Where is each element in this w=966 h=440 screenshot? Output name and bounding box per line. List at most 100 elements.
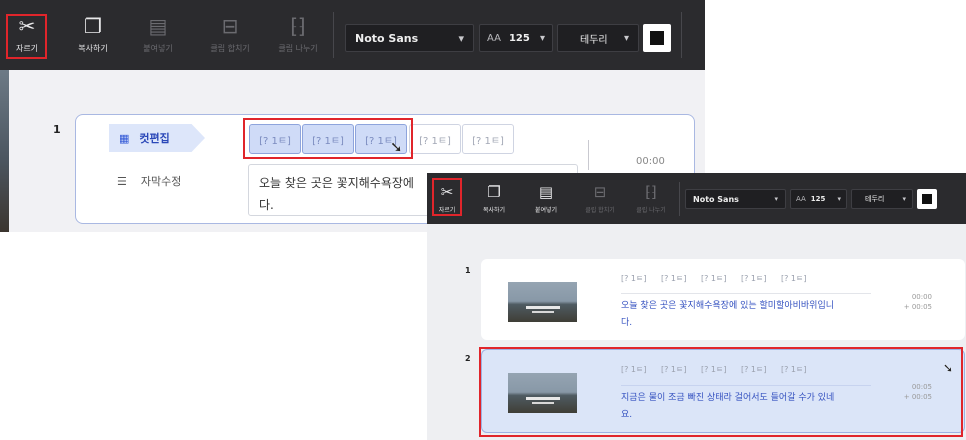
subtitle-icon: ☰ — [117, 174, 127, 188]
clapper-icon: ▦ — [119, 131, 130, 145]
font-value: Noto Sans — [355, 31, 419, 45]
chevron-down-icon: ▾ — [902, 195, 906, 203]
clip-chip[interactable]: [? 1ㅌ] — [741, 273, 781, 284]
segment-subtitle[interactable]: 지금은 물이 조금 빠진 상태라 걸어서도 들어갈 수가 있네 요. — [621, 385, 871, 424]
chevron-down-icon: ▾ — [458, 31, 464, 45]
clip-chip-row: [? 1ㅌ] [? 1ㅌ] [? 1ㅌ] [? 1ㅌ] [? 1ㅌ] — [621, 273, 821, 284]
toolbar: ✂ 자르기 ❐ 복사하기 ▤ 붙여넣기 ⊟ 클립 합치기 ⁅⁆ 클립 나누기 N… — [0, 0, 705, 70]
clip-chip[interactable]: [? 1ㅌ] — [621, 273, 661, 284]
copy-button[interactable]: ❐ 복사하기 — [73, 8, 113, 60]
segment-start-time: 00:05 — [911, 383, 932, 391]
outline-select[interactable]: 테두리 ▾ — [851, 189, 913, 209]
toolbar-divider — [681, 12, 682, 58]
paste-button[interactable]: ▤ 붙여넣기 — [528, 179, 564, 219]
font-size-select[interactable]: AA 125 ▾ — [479, 24, 553, 52]
paste-icon: ▤ — [148, 13, 168, 38]
outline-value: 테두리 — [580, 34, 608, 46]
merge-icon: ⊟ — [593, 183, 607, 201]
chevron-down-icon: ▾ — [774, 195, 778, 203]
scissors-icon: ✂ — [440, 183, 454, 201]
cursor-icon: ➘ — [390, 138, 403, 156]
clip-chip[interactable]: [? 1ㅌ] — [661, 273, 701, 284]
split-label: 클립 나누기 — [636, 207, 666, 214]
segment-thumbnail — [508, 282, 577, 322]
cut-button[interactable]: ✂ 자르기 — [429, 179, 465, 219]
font-size-select[interactable]: AA 125 ▾ — [790, 189, 847, 209]
chevron-down-icon: ▾ — [539, 32, 545, 44]
cut-label: 자르기 — [15, 43, 39, 53]
font-select[interactable]: Noto Sans ▾ — [685, 189, 786, 209]
tab-subtitle-edit[interactable]: ☰ 자막수정 — [117, 173, 181, 189]
copy-label: 복사하기 — [78, 43, 108, 53]
clip-chip[interactable]: [? 1ㅌ] — [302, 124, 354, 154]
copy-icon: ❐ — [487, 183, 501, 201]
merge-clip-button[interactable]: ⊟ 클립 합치기 — [210, 8, 250, 60]
clip-chip[interactable]: [? 1ㅌ] — [249, 124, 301, 154]
subtitle-line: 요. — [621, 410, 633, 420]
merge-label: 클립 합치기 — [585, 207, 615, 214]
segment-subtitle[interactable]: 오늘 찾은 곳은 꽃지해수욕장에 있는 할미할아비바위입니 다. — [621, 293, 871, 332]
font-value: Noto Sans — [693, 194, 739, 204]
clip-chip[interactable]: [? 1ㅌ] — [741, 364, 781, 375]
subtitle-line: 오늘 찾은 곳은 꽃지해수욕장에 있는 할미할아비바위입니 — [621, 301, 835, 311]
chevron-down-icon: ▾ — [623, 32, 629, 44]
cut-button[interactable]: ✂ 자르기 — [7, 8, 47, 60]
cursor-icon: ➘ — [943, 361, 954, 375]
split-clip-button[interactable]: ⁅⁆ 클립 나누기 — [278, 8, 318, 60]
tab-cut-edit-label: 컷편집 — [139, 132, 170, 145]
preview-image-edge — [0, 70, 9, 232]
segment-number: 1 — [53, 123, 61, 136]
segment-thumbnail — [508, 373, 577, 413]
toolbar: ✂ 자르기 ❐ 복사하기 ▤ 붙여넣기 ⊟ 클립 합치기 ⁅⁆ 클립 나누기 N… — [427, 173, 966, 224]
clip-chip[interactable]: [? 1ㅌ] — [409, 124, 461, 154]
outline-value: 테두리 — [865, 195, 885, 203]
segment-duration: + 00:05 — [903, 393, 932, 401]
split-label: 클립 나누기 — [278, 43, 318, 53]
clip-chip[interactable]: [? 1ㅌ] — [701, 364, 741, 375]
font-size-icon: AA — [796, 195, 806, 203]
toolbar-divider — [333, 12, 334, 58]
scissors-icon: ✂ — [18, 13, 36, 38]
segment-time: 00:00 — [636, 156, 665, 167]
paste-label: 붙여넣기 — [534, 207, 558, 214]
clip-chip[interactable]: [? 1ㅌ] — [661, 364, 701, 375]
cut-label: 자르기 — [438, 207, 456, 214]
chevron-down-icon: ▾ — [837, 195, 841, 203]
clip-chip[interactable]: [? 1ㅌ] — [781, 273, 821, 284]
copy-label: 복사하기 — [482, 207, 506, 214]
color-swatch[interactable] — [643, 24, 671, 52]
segment-number: 2 — [465, 354, 471, 363]
split-clip-button[interactable]: ⁅⁆ 클립 나누기 — [633, 179, 669, 219]
font-size-value: 125 — [508, 32, 530, 44]
clip-chip-row: [? 1ㅌ] [? 1ㅌ] [? 1ㅌ] [? 1ㅌ] [? 1ㅌ] — [621, 364, 821, 375]
copy-icon: ❐ — [84, 13, 102, 38]
color-swatch[interactable] — [917, 189, 937, 209]
split-icon: ⁅⁆ — [290, 13, 306, 38]
clip-chip[interactable]: [? 1ㅌ] — [462, 124, 514, 154]
merge-label: 클립 합치기 — [210, 43, 250, 53]
font-select[interactable]: Noto Sans ▾ — [345, 24, 474, 52]
copy-button[interactable]: ❐ 복사하기 — [476, 179, 512, 219]
tab-cut-edit[interactable]: ▦ 컷편집 — [109, 124, 205, 152]
clip-chip[interactable]: [? 1ㅌ] — [701, 273, 741, 284]
font-size-value: 125 — [810, 195, 826, 203]
subtitle-line: 다. — [621, 318, 633, 328]
merge-clip-button[interactable]: ⊟ 클립 합치기 — [582, 179, 618, 219]
paste-icon: ▤ — [538, 183, 554, 201]
subtitle-line: 지금은 물이 조금 빠진 상태라 걸어서도 들어갈 수가 있네 — [621, 393, 835, 403]
outline-select[interactable]: 테두리 ▾ — [557, 24, 639, 52]
segment-timing: 00:05 + 00:05 — [872, 382, 932, 402]
split-icon: ⁅⁆ — [645, 183, 657, 201]
paste-button[interactable]: ▤ 붙여넣기 — [138, 8, 178, 60]
segment-timing: 00:00 + 00:05 — [872, 292, 932, 312]
bracket-divider — [588, 140, 602, 170]
segment-number: 1 — [465, 266, 471, 275]
merge-icon: ⊟ — [221, 13, 239, 38]
toolbar-divider — [679, 182, 680, 216]
paste-label: 붙여넣기 — [143, 43, 173, 53]
clip-chip[interactable]: [? 1ㅌ] — [781, 364, 821, 375]
segment-duration: + 00:05 — [903, 303, 932, 311]
clip-chip[interactable]: [? 1ㅌ] — [621, 364, 661, 375]
font-size-icon: AA — [487, 32, 501, 44]
segment-start-time: 00:00 — [911, 293, 932, 301]
